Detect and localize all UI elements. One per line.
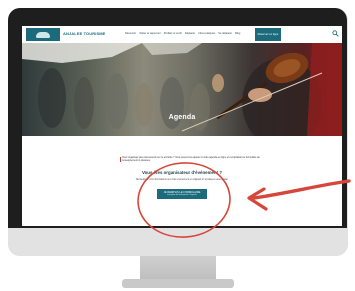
nav-item-visit[interactable]: Visiter et séjourner <box>139 32 161 35</box>
website-screen: ANJALEE TOURISME Découvrir Visiter et sé… <box>22 26 342 226</box>
cta-heading: Vous êtes organisateur d'événement ? <box>141 170 223 175</box>
nav-item-move[interactable]: Déplacer <box>185 32 195 35</box>
notice-text: Vous organisez des événements sur le ter… <box>122 156 260 162</box>
fill-form-button[interactable]: JE REMPLIS LE FORMULAIRE Inscription de … <box>157 189 207 199</box>
main-nav: Découvrir Visiter et séjourner Profitez … <box>125 32 240 35</box>
hero-banner: Agenda <box>22 43 342 136</box>
monitor-chin <box>8 228 348 256</box>
book-online-button[interactable]: Réservez en ligne <box>255 28 281 41</box>
nav-item-discover[interactable]: Découvrir <box>125 32 136 35</box>
nav-item-travel[interactable]: Se déplacer <box>218 32 232 35</box>
fill-form-button-sublabel: Inscription de l'événement à l'agenda <box>167 194 197 196</box>
notice-marker <box>120 157 121 162</box>
hero-photo <box>22 43 342 136</box>
site-header: ANJALEE TOURISME Découvrir Visiter et sé… <box>22 26 342 43</box>
cta-subtext: Renseignez vos informations sur votre év… <box>135 178 229 181</box>
search-icon[interactable] <box>332 30 339 37</box>
nav-item-enjoy[interactable]: Profitez et sortir <box>164 32 182 35</box>
logo-icon <box>36 31 50 38</box>
nav-item-blog[interactable]: Blog <box>235 32 240 35</box>
monitor-stand-base <box>122 279 234 288</box>
logo-text: ANJALEE TOURISME <box>63 31 106 36</box>
site-logo[interactable] <box>26 28 60 41</box>
page-title: Agenda <box>168 114 196 121</box>
nav-item-info[interactable]: Infos pratiques <box>198 32 215 35</box>
